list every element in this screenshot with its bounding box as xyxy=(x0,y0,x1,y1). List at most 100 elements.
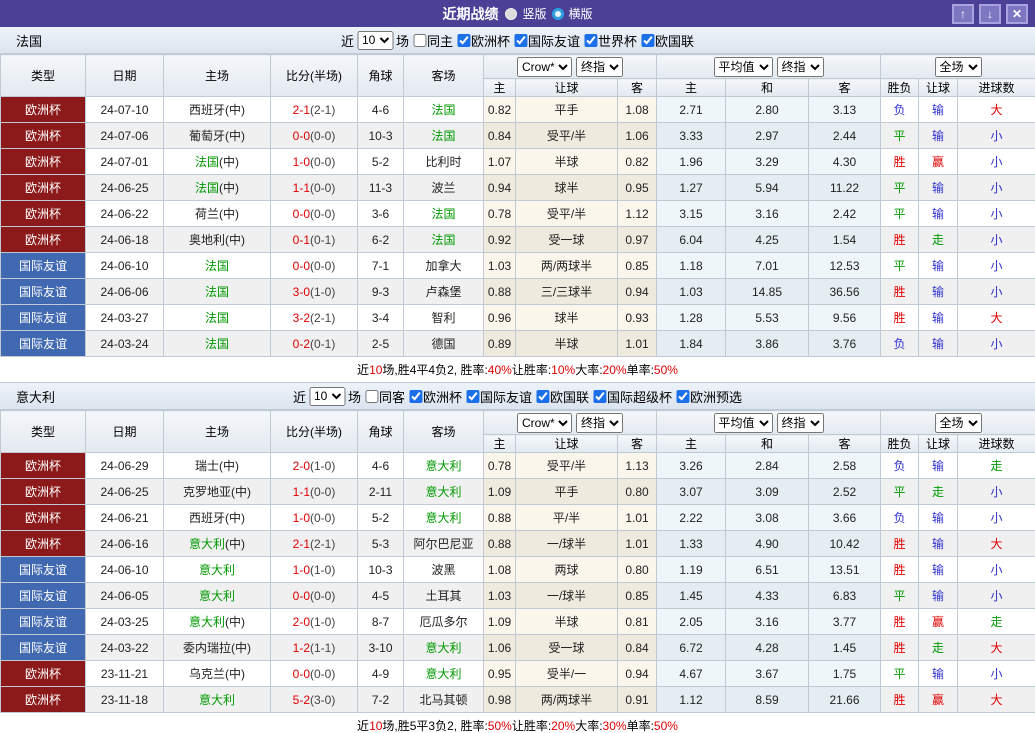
cell-corners: 4-5 xyxy=(358,583,404,609)
competition-label[interactable]: 欧洲杯 xyxy=(471,31,510,50)
cell-result-wdl: 平 xyxy=(881,661,919,687)
competition-checkbox[interactable] xyxy=(514,34,527,47)
same-venue-label[interactable]: 同主 xyxy=(427,31,453,50)
bookmaker-select[interactable]: Crow* xyxy=(517,57,572,77)
cell-avg-home-odds: 1.27 xyxy=(657,175,726,201)
cell-handicap-away-odds: 1.01 xyxy=(618,531,657,557)
cell-result-handicap: 输 xyxy=(919,97,958,123)
cell-corners: 11-3 xyxy=(358,175,404,201)
vertical-layout-label[interactable]: 竖版 xyxy=(522,5,546,22)
cell-handicap-away-odds: 0.82 xyxy=(618,149,657,175)
cell-result-goals: 小 xyxy=(958,583,1035,609)
average-line-select[interactable]: 终指 xyxy=(777,57,824,77)
cell-score: 1-0(1-0) xyxy=(271,557,358,583)
cell-corners: 5-2 xyxy=(358,505,404,531)
competition-label[interactable]: 国际友谊 xyxy=(480,387,532,406)
cell-result-goals: 小 xyxy=(958,331,1035,357)
home-venue-suffix: (中) xyxy=(225,615,245,629)
cell-result-wdl: 胜 xyxy=(881,227,919,253)
cell-avg-draw-odds: 2.84 xyxy=(726,453,809,479)
cell-handicap-home-odds: 0.96 xyxy=(484,305,516,331)
home-team-name: 意大利 xyxy=(199,563,235,577)
home-venue-suffix: (中) xyxy=(219,459,239,473)
cell-handicap-home-odds: 0.84 xyxy=(484,123,516,149)
average-select[interactable]: 平均值 xyxy=(714,57,773,77)
period-select[interactable]: 全场 xyxy=(935,57,982,77)
horizontal-layout-label[interactable]: 横版 xyxy=(569,5,593,22)
horizontal-layout-radio[interactable] xyxy=(552,8,564,20)
match-count-select[interactable]: 10 xyxy=(309,387,345,406)
result-header: 全场 xyxy=(881,55,1035,79)
cell-avg-draw-odds: 4.25 xyxy=(726,227,809,253)
full-time-score: 0-0 xyxy=(293,589,310,603)
match-row: 欧洲杯23-11-18意大利5-2(3-0)7-2北马其顿0.98两/两球半0.… xyxy=(1,687,1035,713)
match-count-select[interactable]: 10 xyxy=(357,31,393,50)
competition-label[interactable]: 世界杯 xyxy=(598,31,637,50)
cell-avg-home-odds: 1.28 xyxy=(657,305,726,331)
cell-corners: 3-6 xyxy=(358,201,404,227)
home-team-name: 西班牙 xyxy=(189,511,225,525)
cell-result-handicap: 走 xyxy=(919,635,958,661)
competition-label[interactable]: 国际超级杯 xyxy=(607,387,672,406)
competition-checkbox[interactable] xyxy=(584,34,597,47)
cell-handicap-home-odds: 0.89 xyxy=(484,331,516,357)
cell-result-wdl: 平 xyxy=(881,175,919,201)
cell-score: 3-2(2-1) xyxy=(271,305,358,331)
competition-checkbox[interactable] xyxy=(641,34,654,47)
cell-date: 24-06-16 xyxy=(86,531,164,557)
competition-checkbox[interactable] xyxy=(457,34,470,47)
column-header: 客场 xyxy=(404,411,484,453)
cell-result-goals: 大 xyxy=(958,531,1035,557)
home-venue-suffix: (中) xyxy=(225,129,245,143)
bookmaker-select[interactable]: Crow* xyxy=(517,413,572,433)
cell-date: 24-06-25 xyxy=(86,479,164,505)
competition-checkbox[interactable] xyxy=(593,390,606,403)
cell-away-team: 意大利 xyxy=(404,479,484,505)
cell-competition: 欧洲杯 xyxy=(1,149,86,175)
cell-date: 23-11-21 xyxy=(86,661,164,687)
cell-home-team: 法国(中) xyxy=(164,149,271,175)
competition-checkbox[interactable] xyxy=(466,390,479,403)
sections-container: 法国近10场同主欧洲杯国际友谊世界杯欧国联类型日期主场比分(半场)角球客场Cro… xyxy=(0,27,1035,733)
cell-avg-draw-odds: 6.51 xyxy=(726,557,809,583)
summary-segment: 场,胜5平3负2, 胜率: xyxy=(382,717,487,733)
competition-checkbox[interactable] xyxy=(676,390,689,403)
competition-checkbox[interactable] xyxy=(536,390,549,403)
competition-label[interactable]: 欧国联 xyxy=(550,387,589,406)
same-venue-label[interactable]: 同客 xyxy=(379,387,405,406)
team-name: 意大利 xyxy=(0,387,55,406)
cell-handicap-line: 受平/半 xyxy=(516,201,618,227)
bookmaker-line-select[interactable]: 终指 xyxy=(576,413,623,433)
cell-handicap-line: 半球 xyxy=(516,609,618,635)
cell-away-team: 加拿大 xyxy=(404,253,484,279)
period-select[interactable]: 全场 xyxy=(935,413,982,433)
competition-label[interactable]: 国际友谊 xyxy=(528,31,580,50)
cell-handicap-home-odds: 0.82 xyxy=(484,97,516,123)
same-venue-checkbox[interactable] xyxy=(413,34,426,47)
cell-score: 1-2(1-1) xyxy=(271,635,358,661)
cell-score: 0-1(0-1) xyxy=(271,227,358,253)
same-venue-checkbox[interactable] xyxy=(365,390,378,403)
cell-date: 24-06-05 xyxy=(86,583,164,609)
cell-avg-away-odds: 2.58 xyxy=(809,453,881,479)
vertical-layout-radio[interactable] xyxy=(505,8,517,20)
subcolumn-header: 进球数 xyxy=(958,435,1035,453)
average-select[interactable]: 平均值 xyxy=(714,413,773,433)
cell-result-goals: 走 xyxy=(958,609,1035,635)
competition-label[interactable]: 欧洲预选 xyxy=(690,387,742,406)
matches-table: 类型日期主场比分(半场)角球客场Crow*终指平均值终指全场主让球客主和客胜负让… xyxy=(0,410,1035,713)
bookmaker-line-select[interactable]: 终指 xyxy=(576,57,623,77)
home-venue-suffix: (中) xyxy=(225,103,245,117)
summary-segment: 40% xyxy=(488,363,512,377)
column-header: 日期 xyxy=(86,411,164,453)
cell-result-handicap: 走 xyxy=(919,227,958,253)
match-row: 欧洲杯24-07-10西班牙(中)2-1(2-1)4-6法国0.82平手1.08… xyxy=(1,97,1035,123)
competition-label[interactable]: 欧洲杯 xyxy=(423,387,462,406)
cell-handicap-away-odds: 0.85 xyxy=(618,253,657,279)
competition-label[interactable]: 欧国联 xyxy=(655,31,694,50)
cell-avg-draw-odds: 3.16 xyxy=(726,201,809,227)
cell-result-wdl: 平 xyxy=(881,201,919,227)
average-line-select[interactable]: 终指 xyxy=(777,413,824,433)
competition-checkbox[interactable] xyxy=(409,390,422,403)
cell-corners: 10-3 xyxy=(358,123,404,149)
